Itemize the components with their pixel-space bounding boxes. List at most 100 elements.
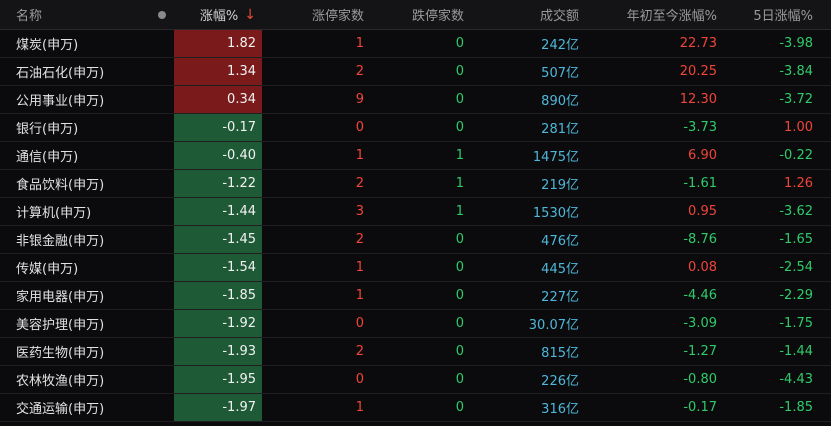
sector-name-cell: 农林牧渔(申万) bbox=[0, 366, 150, 393]
five-day-change: 1.00 bbox=[784, 120, 813, 135]
change-pct: -1.97 bbox=[222, 400, 256, 415]
turnover: 476亿 bbox=[541, 234, 579, 249]
sort-descending-icon[interactable]: ↓ bbox=[244, 7, 256, 23]
change-pct-cell: -1.92 bbox=[174, 310, 262, 337]
turnover: 219亿 bbox=[541, 178, 579, 193]
limit-up-count: 2 bbox=[355, 176, 364, 191]
row-marker-cell bbox=[150, 142, 174, 169]
limit-up-count: 1 bbox=[355, 148, 364, 163]
column-header-ytd[interactable]: 年初至今涨幅% bbox=[583, 0, 721, 29]
limit-up-count-cell: 9 bbox=[262, 86, 370, 113]
table-row[interactable]: 美容护理(申万) -1.92 0 0 30.07亿 -3.09 -1.75 bbox=[0, 310, 831, 338]
ytd-change: -4.46 bbox=[683, 288, 717, 303]
limit-up-count-cell: 2 bbox=[262, 170, 370, 197]
change-pct: -1.92 bbox=[222, 316, 256, 331]
limit-down-count: 0 bbox=[455, 344, 464, 359]
five-day-change-cell: -3.98 bbox=[721, 30, 831, 57]
column-header-pct-label: 涨幅% bbox=[199, 9, 239, 24]
limit-down-count: 0 bbox=[455, 400, 464, 415]
five-day-change: -3.62 bbox=[779, 204, 813, 219]
turnover-cell: 476亿 bbox=[470, 226, 583, 253]
change-pct-cell: 1.34 bbox=[174, 58, 262, 85]
limit-up-count-cell: 3 bbox=[262, 198, 370, 225]
row-marker-cell bbox=[150, 226, 174, 253]
column-header-name[interactable]: 名称 bbox=[0, 0, 150, 29]
limit-down-count-cell: 0 bbox=[370, 30, 470, 57]
five-day-change-cell: -4.43 bbox=[721, 366, 831, 393]
limit-up-count: 1 bbox=[355, 288, 364, 303]
table-row[interactable]: 计算机(申万) -1.44 3 1 1530亿 0.95 -3.62 bbox=[0, 198, 831, 226]
turnover: 242亿 bbox=[541, 38, 579, 53]
change-pct-cell: -1.45 bbox=[174, 226, 262, 253]
table-row[interactable]: 家用电器(申万) -1.85 1 0 227亿 -4.46 -2.29 bbox=[0, 282, 831, 310]
limit-down-count: 0 bbox=[455, 372, 464, 387]
change-pct-cell: 0.34 bbox=[174, 86, 262, 113]
column-header-limit-up[interactable]: 涨停家数 bbox=[262, 0, 370, 29]
table-row[interactable]: 交通运输(申万) -1.97 1 0 316亿 -0.17 -1.85 bbox=[0, 394, 831, 422]
ytd-change: -1.27 bbox=[683, 344, 717, 359]
change-pct: -1.54 bbox=[222, 260, 256, 275]
change-pct: 1.34 bbox=[227, 64, 256, 79]
limit-up-count: 0 bbox=[355, 120, 364, 135]
table-row[interactable]: 公用事业(申万) 0.34 9 0 890亿 12.30 -3.72 bbox=[0, 86, 831, 114]
change-pct: 0.34 bbox=[227, 92, 256, 107]
limit-down-count: 0 bbox=[455, 120, 464, 135]
turnover: 281亿 bbox=[541, 122, 579, 137]
column-header-dot[interactable] bbox=[150, 0, 174, 29]
limit-down-count: 0 bbox=[455, 316, 464, 331]
five-day-change: -1.65 bbox=[779, 232, 813, 247]
sector-name: 交通运输(申万) bbox=[16, 402, 105, 417]
five-day-change-cell: -1.44 bbox=[721, 338, 831, 365]
change-pct-cell: -1.22 bbox=[174, 170, 262, 197]
turnover: 1530亿 bbox=[532, 206, 579, 221]
five-day-change-cell: -0.22 bbox=[721, 142, 831, 169]
sector-name-cell: 食品饮料(申万) bbox=[0, 170, 150, 197]
limit-up-count: 1 bbox=[355, 260, 364, 275]
five-day-change: 1.26 bbox=[784, 176, 813, 191]
table-row[interactable]: 通信(申万) -0.40 1 1 1475亿 6.90 -0.22 bbox=[0, 142, 831, 170]
column-header-volume[interactable]: 成交额 bbox=[470, 0, 583, 29]
sector-name: 食品饮料(申万) bbox=[16, 178, 105, 193]
sector-name-cell: 传媒(申万) bbox=[0, 254, 150, 281]
turnover-cell: 242亿 bbox=[470, 30, 583, 57]
table-row[interactable]: 食品饮料(申万) -1.22 2 1 219亿 -1.61 1.26 bbox=[0, 170, 831, 198]
ytd-change-cell: -0.80 bbox=[583, 366, 721, 393]
ytd-change-cell: -0.17 bbox=[583, 394, 721, 421]
sector-name: 银行(申万) bbox=[16, 122, 79, 137]
table-row[interactable]: 非银金融(申万) -1.45 2 0 476亿 -8.76 -1.65 bbox=[0, 226, 831, 254]
turnover-cell: 445亿 bbox=[470, 254, 583, 281]
change-pct-cell: -1.97 bbox=[174, 394, 262, 421]
ytd-change-cell: 0.08 bbox=[583, 254, 721, 281]
row-marker-cell bbox=[150, 30, 174, 57]
limit-up-count-cell: 0 bbox=[262, 366, 370, 393]
five-day-change: -2.29 bbox=[779, 288, 813, 303]
five-day-change-cell: -1.65 bbox=[721, 226, 831, 253]
table-row[interactable]: 医药生物(申万) -1.93 2 0 815亿 -1.27 -1.44 bbox=[0, 338, 831, 366]
limit-down-count: 0 bbox=[455, 36, 464, 51]
change-pct: -0.40 bbox=[222, 148, 256, 163]
column-header-limit-down[interactable]: 跌停家数 bbox=[370, 0, 470, 29]
limit-down-count-cell: 1 bbox=[370, 198, 470, 225]
limit-down-count-cell: 0 bbox=[370, 86, 470, 113]
ytd-change: -3.73 bbox=[683, 120, 717, 135]
change-pct-cell: -1.44 bbox=[174, 198, 262, 225]
table-row[interactable]: 银行(申万) -0.17 0 0 281亿 -3.73 1.00 bbox=[0, 114, 831, 142]
ytd-change-cell: -1.27 bbox=[583, 338, 721, 365]
sector-name-cell: 交通运输(申万) bbox=[0, 394, 150, 421]
table-row[interactable]: 农林牧渔(申万) -1.95 0 0 226亿 -0.80 -4.43 bbox=[0, 366, 831, 394]
row-marker-cell bbox=[150, 394, 174, 421]
turnover-cell: 30.07亿 bbox=[470, 310, 583, 337]
row-marker-cell bbox=[150, 86, 174, 113]
sector-name-cell: 计算机(申万) bbox=[0, 198, 150, 225]
five-day-change-cell: -1.75 bbox=[721, 310, 831, 337]
change-pct-cell: -1.85 bbox=[174, 282, 262, 309]
column-header-pct[interactable]: 涨幅% ↓ bbox=[174, 0, 262, 29]
table-row[interactable]: 煤炭(申万) 1.82 1 0 242亿 22.73 -3.98 bbox=[0, 30, 831, 58]
limit-up-count-cell: 0 bbox=[262, 310, 370, 337]
row-marker-cell bbox=[150, 338, 174, 365]
sector-name-cell: 美容护理(申万) bbox=[0, 310, 150, 337]
table-row[interactable]: 石油石化(申万) 1.34 2 0 507亿 20.25 -3.84 bbox=[0, 58, 831, 86]
limit-up-count-cell: 2 bbox=[262, 226, 370, 253]
table-row[interactable]: 传媒(申万) -1.54 1 0 445亿 0.08 -2.54 bbox=[0, 254, 831, 282]
column-header-five-day[interactable]: 5日涨幅% bbox=[721, 0, 831, 29]
